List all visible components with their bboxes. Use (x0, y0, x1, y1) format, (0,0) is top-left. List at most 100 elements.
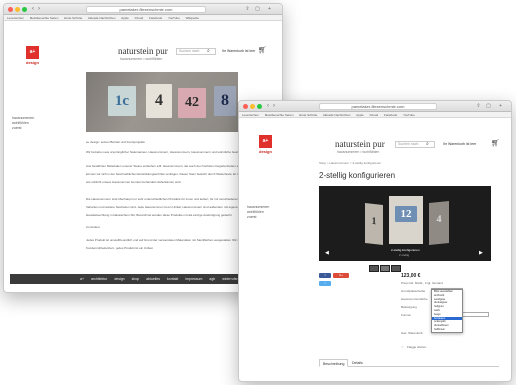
bookmark-item[interactable]: Facebook (384, 113, 397, 117)
wishlist-link[interactable]: Flagge drehen (407, 345, 426, 349)
option-label: Grundplattenfarbe (401, 289, 426, 293)
search-input[interactable]: Suchen nach (395, 141, 435, 148)
house-number-tile: 4 (436, 213, 442, 226)
bookmark-item[interactable]: Apple (121, 16, 129, 20)
share-icon[interactable]: ⇧ (244, 6, 251, 13)
footer-link[interactable]: impressum (185, 277, 202, 281)
house-number-tile: 4 (146, 84, 172, 118)
address-bar[interactable]: pamelaker-fliesenschmie.com (319, 103, 437, 110)
bookmark-item[interactable]: Aktuelle Nachrichten (323, 113, 351, 117)
page-title: 2-stellig konfigurieren (319, 171, 396, 180)
gallery-thumbnail[interactable] (369, 265, 379, 272)
facebook-share-button[interactable]: f (319, 273, 331, 278)
tabs-icon[interactable]: ▢ (485, 103, 492, 110)
new-tab-icon[interactable]: + (497, 103, 504, 110)
bookmark-item[interactable]: Facebook (149, 16, 162, 20)
bookmark-item[interactable]: Meistbesuchte Seiten (265, 113, 294, 117)
bookmark-item[interactable]: Erste Schritte (299, 113, 317, 117)
gallery-slide: 4 (429, 200, 449, 246)
sidenav-item[interactable]: zuerst (247, 215, 269, 220)
product-price: 123,00 € (401, 273, 421, 279)
search-icon[interactable]: ⌕ (207, 48, 210, 55)
twitter-share-button[interactable]: t (319, 281, 331, 286)
tab-details[interactable]: Details (349, 359, 366, 367)
footer-link[interactable]: aktuelles (146, 277, 160, 281)
sidenav-item[interactable]: zuerst (12, 126, 34, 131)
option-label: Befestigung (401, 305, 417, 309)
heart-icon[interactable]: ♡ (401, 345, 404, 349)
search-icon[interactable]: ⌕ (426, 141, 429, 148)
close-window-button[interactable] (243, 104, 248, 109)
bookmark-item[interactable]: iCloud (370, 113, 379, 117)
cart-note: Hier: Warenkorb (401, 331, 423, 335)
zoom-window-button[interactable] (257, 104, 262, 109)
gallery-thumbnail[interactable] (380, 265, 390, 272)
gallery-caption: 2-stellig konfigurieren (391, 248, 420, 252)
title-bar: ‹ › pamelaker-fliesenschmie.com ⇧ ▢ + (239, 101, 511, 112)
cart-status[interactable]: Ihr Warenkorb ist leer (443, 141, 476, 148)
cart-icon[interactable]: 🛒︎ (258, 47, 267, 54)
brand-tagline: hausnummern • wohlfühlen (120, 57, 163, 61)
close-window-button[interactable] (8, 7, 13, 12)
bookmark-item[interactable]: Erste Schritte (64, 16, 82, 20)
dropdown-option[interactable]: hellbraun (432, 328, 462, 332)
bookmark-item[interactable]: Lesezeichen (7, 16, 24, 20)
minimize-window-button[interactable] (250, 104, 255, 109)
cart-status[interactable]: Ihr Warenkorb ist leer (222, 48, 255, 55)
bookmark-item[interactable]: iCloud (135, 16, 144, 20)
browser-window-product: ‹ › pamelaker-fliesenschmie.com ⇧ ▢ + Le… (238, 100, 512, 382)
footer-link[interactable]: kontakt (167, 277, 178, 281)
gallery-slide: 1 (365, 203, 383, 245)
gallery-slide-active: 12 (389, 196, 423, 244)
bookmark-item[interactable]: Meistbesuchte Seiten (30, 16, 59, 20)
tabs-icon[interactable]: ▢ (254, 6, 261, 13)
search-input[interactable]: Suchen nach (176, 48, 216, 55)
brand-name[interactable]: naturstein pur (335, 139, 385, 149)
footer-link[interactable]: a+ (80, 277, 84, 281)
house-number-tile: 1c (108, 86, 136, 116)
bookmark-item[interactable]: Wikipedia (186, 16, 199, 20)
bookmark-item[interactable]: YouTube (403, 113, 415, 117)
gallery-thumbnail[interactable] (391, 265, 401, 272)
brand-tagline: hausnummern • wohlfühlen (337, 150, 380, 154)
side-navigation: hausnummern wohlfühlen zuerst (247, 205, 269, 220)
site-logo[interactable]: a+ (259, 135, 272, 148)
site-logo[interactable]: a+ (26, 46, 39, 59)
side-navigation: hausnummern wohlfühlen zuerst (12, 116, 34, 131)
bookmark-item[interactable]: Apple (356, 113, 364, 117)
gallery-prev-icon[interactable]: ◀ (325, 250, 329, 256)
house-number-tile: 12 (395, 206, 417, 222)
bookmark-item[interactable]: Lesezeichen (242, 113, 259, 117)
gallery-next-icon[interactable]: ▶ (479, 250, 483, 256)
googleplus-share-button[interactable]: G+ (333, 273, 349, 278)
breadcrumb[interactable]: Shop > Hausnummern > 2-stellig konfiguri… (319, 161, 381, 165)
back-icon[interactable]: ‹ (267, 103, 269, 110)
logo-subtitle: design (26, 60, 39, 65)
product-tabs: Beschreibung Details (319, 359, 499, 367)
tab-beschreibung[interactable]: Beschreibung (319, 359, 349, 367)
bookmark-item[interactable]: Aktuelle Nachrichten (88, 16, 116, 20)
color-dropdown-list[interactable]: Bitte auswählen anthrazit sandgrau dunke… (431, 289, 463, 333)
cart-icon[interactable]: 🛒︎ (491, 140, 500, 147)
bookmark-item[interactable]: YouTube (168, 16, 180, 20)
new-tab-icon[interactable]: + (266, 6, 273, 13)
footer-link[interactable]: design (114, 277, 124, 281)
forward-icon[interactable]: › (38, 6, 40, 13)
footer-link[interactable]: architektur (91, 277, 107, 281)
back-icon[interactable]: ‹ (32, 6, 34, 13)
logo-subtitle: design (259, 149, 272, 154)
brand-name[interactable]: naturstein pur (118, 46, 168, 56)
bookmarks-bar: Lesezeichen Meistbesuchte Seiten Erste S… (4, 15, 282, 21)
zoom-window-button[interactable] (22, 7, 27, 12)
hero-image: 1c 4 42 8 (86, 72, 238, 132)
footer-navigation: a+ architektur design shop aktuelles kon… (10, 274, 276, 284)
minimize-window-button[interactable] (15, 7, 20, 12)
forward-icon[interactable]: › (273, 103, 275, 110)
option-label: Hausnummernfarbe (401, 297, 428, 301)
footer-link[interactable]: agb (209, 277, 215, 281)
address-bar[interactable]: pamelaker-fliesenschmie.com (86, 6, 206, 13)
product-gallery[interactable]: 1 12 4 2-stellig konfigurieren 2 stellig… (319, 186, 491, 261)
house-number-tile: 42 (178, 88, 206, 118)
share-icon[interactable]: ⇧ (475, 103, 482, 110)
footer-link[interactable]: shop (132, 277, 140, 281)
